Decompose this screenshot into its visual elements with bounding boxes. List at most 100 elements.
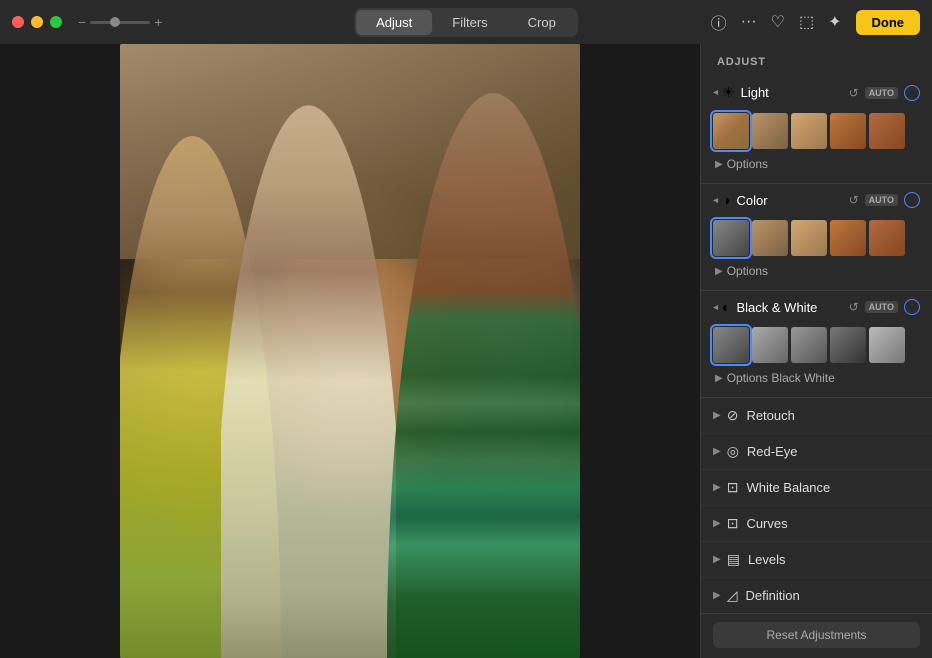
color-thumb-2[interactable] — [791, 220, 827, 256]
color-circle-icon: ◑ — [722, 192, 730, 208]
color-thumb-1[interactable] — [752, 220, 788, 256]
light-title: Light — [741, 85, 849, 100]
more-icon[interactable]: ··· — [741, 13, 757, 31]
bw-title: Black & White — [737, 300, 849, 315]
light-thumbnails[interactable] — [701, 109, 932, 153]
color-toggle[interactable] — [904, 192, 920, 208]
light-thumb-3[interactable] — [830, 113, 866, 149]
light-auto-badge[interactable]: AUTO — [865, 87, 898, 99]
traffic-lights — [12, 16, 62, 28]
zoom-slider[interactable] — [90, 21, 150, 24]
bw-section-header[interactable]: ▾ ◐ Black & White ↺ AUTO — [701, 291, 932, 323]
definition-icon: ◿ — [727, 587, 738, 604]
color-auto-badge[interactable]: AUTO — [865, 194, 898, 206]
bw-section: ▾ ◐ Black & White ↺ AUTO — [701, 291, 932, 398]
bw-circle-icon: ◐ — [722, 299, 730, 315]
reset-adjustments-button[interactable]: Reset Adjustments — [713, 622, 920, 648]
panel-scroll[interactable]: ▾ ☀ Light ↺ AUTO ▶ — [701, 76, 932, 613]
bw-toggle[interactable] — [904, 299, 920, 315]
retouch-section[interactable]: ▶ ⊘ Retouch — [701, 398, 932, 433]
curves-section[interactable]: ▶ ⊡ Curves — [701, 505, 932, 541]
color-options-label: Options — [727, 264, 768, 278]
definition-label: Definition — [745, 588, 799, 603]
color-section: ▾ ◑ Color ↺ AUTO ▶ — [701, 184, 932, 291]
color-title: Color — [737, 193, 849, 208]
zoom-out-button[interactable]: − — [78, 14, 86, 30]
collapsed-sections: ▶ ⊘ Retouch ▶ ◎ Red-Eye ▶ ⊡ White Balanc… — [701, 398, 932, 613]
color-options-row[interactable]: ▶ Options — [701, 260, 932, 284]
close-button[interactable] — [12, 16, 24, 28]
minimize-button[interactable] — [31, 16, 43, 28]
tab-filters[interactable]: Filters — [432, 10, 507, 35]
right-panel: ADJUST ▾ ☀ Light ↺ AUTO — [700, 44, 932, 658]
whitebalance-chevron-icon: ▶ — [713, 482, 721, 493]
color-thumbnails[interactable] — [701, 216, 932, 260]
heart-icon[interactable]: ♡ — [771, 12, 785, 32]
zoom-in-button[interactable]: + — [154, 14, 162, 30]
color-section-header[interactable]: ▾ ◑ Color ↺ AUTO — [701, 184, 932, 216]
bw-options-row[interactable]: ▶ Options Black White — [701, 367, 932, 391]
bw-chevron-icon: ▾ — [710, 304, 721, 309]
info-icon[interactable]: ⓘ — [711, 10, 727, 34]
color-thumb-3[interactable] — [830, 220, 866, 256]
definition-chevron-icon: ▶ — [713, 590, 721, 601]
light-sun-icon: ☀ — [722, 84, 735, 101]
retouch-label: Retouch — [746, 408, 794, 423]
bw-thumb-0[interactable] — [713, 327, 749, 363]
light-chevron-icon: ▾ — [710, 90, 721, 95]
whitebalance-label: White Balance — [746, 480, 830, 495]
maximize-button[interactable] — [50, 16, 62, 28]
crop-icon[interactable]: ⬚ — [799, 12, 814, 32]
bw-thumbnails[interactable] — [701, 323, 932, 367]
bw-thumb-3[interactable] — [830, 327, 866, 363]
photo-background — [120, 44, 580, 658]
color-thumb-0[interactable] — [713, 220, 749, 256]
redeye-chevron-icon: ▶ — [713, 446, 721, 457]
panel-header: ADJUST — [701, 44, 932, 76]
color-options-chevron-icon: ▶ — [715, 266, 723, 277]
bw-auto-badge[interactable]: AUTO — [865, 301, 898, 313]
reset-adjustments-area: Reset Adjustments — [701, 613, 932, 658]
bw-thumb-1[interactable] — [752, 327, 788, 363]
photo-container — [120, 44, 580, 658]
zoom-control: − + — [78, 14, 162, 30]
done-button[interactable]: Done — [856, 10, 921, 35]
definition-section[interactable]: ▶ ◿ Definition — [701, 577, 932, 613]
nav-tabs: Adjust Filters Crop — [354, 8, 578, 37]
light-thumb-0[interactable] — [713, 113, 749, 149]
color-reset-icon[interactable]: ↺ — [849, 193, 859, 207]
bw-options-label: Options Black White — [727, 371, 835, 385]
bw-controls: ↺ AUTO — [849, 299, 920, 315]
bw-thumb-4[interactable] — [869, 327, 905, 363]
titlebar-right: ⓘ ··· ♡ ⬚ ✦ Done — [711, 10, 920, 35]
redeye-section[interactable]: ▶ ◎ Red-Eye — [701, 433, 932, 469]
bw-reset-icon[interactable]: ↺ — [849, 300, 859, 314]
light-thumb-4[interactable] — [869, 113, 905, 149]
light-toggle[interactable] — [904, 85, 920, 101]
levels-label: Levels — [748, 552, 786, 567]
light-section: ▾ ☀ Light ↺ AUTO ▶ — [701, 76, 932, 184]
retouch-chevron-icon: ▶ — [713, 410, 721, 421]
zoom-thumb — [110, 17, 120, 27]
tab-adjust[interactable]: Adjust — [356, 10, 432, 35]
levels-section[interactable]: ▶ ▤ Levels — [701, 541, 932, 577]
whitebalance-section[interactable]: ▶ ⊡ White Balance — [701, 469, 932, 505]
curves-icon: ⊡ — [727, 515, 739, 532]
light-options-row[interactable]: ▶ Options — [701, 153, 932, 177]
light-section-header[interactable]: ▾ ☀ Light ↺ AUTO — [701, 76, 932, 109]
light-reset-icon[interactable]: ↺ — [849, 86, 859, 100]
color-chevron-icon: ▾ — [710, 197, 721, 202]
color-thumb-4[interactable] — [869, 220, 905, 256]
light-thumb-1[interactable] — [752, 113, 788, 149]
redeye-icon: ◎ — [727, 443, 739, 460]
light-options-label: Options — [727, 157, 768, 171]
light-thumb-2[interactable] — [791, 113, 827, 149]
titlebar: − + Adjust Filters Crop ⓘ ··· ♡ ⬚ ✦ Done — [0, 0, 932, 44]
tab-crop[interactable]: Crop — [508, 10, 576, 35]
retouch-icon: ⊘ — [727, 407, 739, 424]
star-icon[interactable]: ✦ — [828, 12, 841, 32]
bw-thumb-2[interactable] — [791, 327, 827, 363]
curves-label: Curves — [746, 516, 787, 531]
bw-options-chevron-icon: ▶ — [715, 373, 723, 384]
light-options-chevron-icon: ▶ — [715, 159, 723, 170]
